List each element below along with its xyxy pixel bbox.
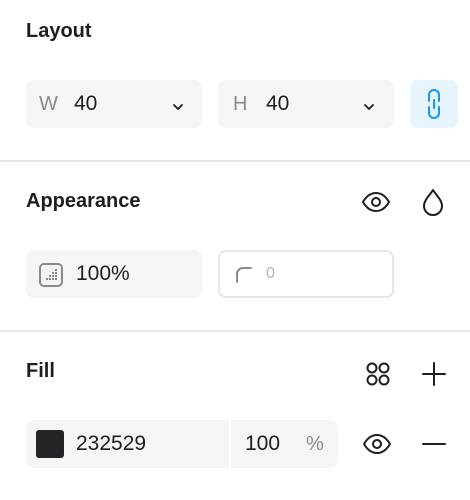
fill-row-separator [229, 420, 231, 468]
plus-icon [421, 361, 447, 387]
fill-color-swatch[interactable] [36, 430, 64, 458]
corner-radius-field[interactable]: 0 [218, 250, 394, 298]
fill-visibility-button[interactable] [359, 428, 395, 460]
corner-radius-value[interactable]: 0 [266, 265, 275, 283]
constrain-proportions-button[interactable] [410, 80, 458, 128]
fill-opacity-percent: % [306, 432, 324, 455]
fill-styles-button[interactable] [360, 356, 396, 392]
fill-hex-value[interactable]: 232529 [76, 432, 146, 456]
opacity-field[interactable]: 100% [26, 250, 202, 298]
link-icon [424, 88, 444, 120]
corner-radius-icon [235, 266, 253, 289]
width-field[interactable]: W 40 [26, 80, 202, 128]
section-divider [0, 330, 470, 332]
appearance-visibility-button[interactable] [358, 186, 394, 218]
remove-fill-button[interactable] [418, 428, 450, 460]
opacity-value[interactable]: 100% [76, 262, 130, 286]
layout-title: Layout [26, 20, 92, 42]
width-prefix: W [39, 92, 58, 115]
opacity-icon [39, 263, 63, 292]
height-value[interactable]: 40 [266, 92, 289, 116]
blend-mode-button[interactable] [417, 184, 449, 220]
width-value[interactable]: 40 [74, 92, 97, 116]
minus-icon [421, 431, 447, 457]
height-field[interactable]: H 40 [218, 80, 394, 128]
height-prefix: H [233, 92, 248, 115]
appearance-title: Appearance [26, 190, 141, 212]
add-fill-button[interactable] [418, 356, 450, 392]
fill-opacity-value[interactable]: 100 [245, 432, 280, 456]
eye-icon [362, 434, 392, 454]
fill-title: Fill [26, 360, 55, 382]
chevron-down-icon[interactable] [362, 99, 376, 110]
droplet-icon [422, 188, 444, 216]
styles-grid-icon [365, 361, 391, 387]
fill-row[interactable]: 232529 100 % [26, 420, 338, 468]
section-divider [0, 160, 470, 162]
eye-icon [361, 192, 391, 212]
chevron-down-icon[interactable] [171, 99, 185, 110]
